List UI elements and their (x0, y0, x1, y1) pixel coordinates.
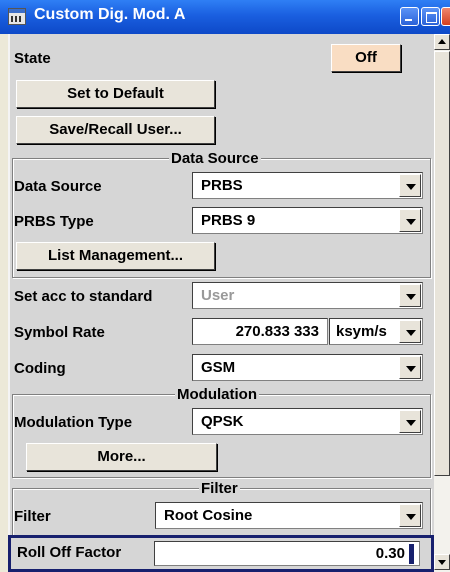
close-button[interactable] (441, 7, 450, 26)
roll-off-factor-input[interactable]: 0.30 (154, 541, 420, 566)
window-title: Custom Dig. Mod. A (34, 6, 186, 23)
settings-panel: State Off Set to Default Save/Recall Use… (8, 34, 434, 572)
chevron-down-icon[interactable] (399, 174, 421, 197)
filter-label: Filter (14, 508, 51, 525)
scroll-down-icon[interactable] (434, 554, 450, 570)
title-bar[interactable]: Custom Dig. Mod. A (0, 0, 450, 34)
modulation-type-value: QPSK (201, 413, 244, 430)
chevron-down-icon[interactable] (399, 209, 421, 232)
symbol-rate-unit: ksym/s (336, 323, 387, 340)
roll-off-factor-label: Roll Off Factor (17, 544, 122, 561)
coding-select[interactable]: GSM (192, 354, 423, 381)
save-recall-user-button[interactable]: Save/Recall User... (16, 116, 215, 144)
prbs-type-label: PRBS Type (14, 213, 94, 230)
chevron-down-icon[interactable] (399, 284, 421, 307)
app-window-icon (8, 8, 26, 25)
modulation-type-select[interactable]: QPSK (192, 408, 423, 435)
maximize-button[interactable] (421, 7, 440, 26)
data-source-value: PRBS (201, 177, 243, 194)
data-source-group-title: Data Source (169, 150, 261, 167)
chevron-down-icon[interactable] (399, 320, 421, 343)
modulation-more-button[interactable]: More... (26, 443, 217, 471)
scroll-up-icon[interactable] (434, 34, 450, 50)
state-label: State (14, 50, 51, 67)
modulation-type-label: Modulation Type (14, 414, 133, 431)
symbol-rate-value: 270.833 333 (235, 323, 319, 340)
text-cursor (409, 544, 414, 564)
chevron-down-icon[interactable] (399, 356, 421, 379)
set-to-default-button[interactable]: Set to Default (16, 80, 215, 108)
coding-label: Coding (14, 360, 66, 377)
minimize-button[interactable] (400, 7, 419, 26)
prbs-type-select[interactable]: PRBS 9 (192, 207, 423, 234)
roll-off-factor-row[interactable]: Roll Off Factor 0.30 (8, 535, 434, 572)
vertical-scrollbar[interactable] (434, 34, 450, 572)
filter-select[interactable]: Root Cosine (155, 502, 423, 529)
prbs-type-value: PRBS 9 (201, 212, 256, 229)
set-acc-label: Set acc to standard (14, 288, 153, 305)
list-management-button[interactable]: List Management... (16, 242, 215, 270)
coding-value: GSM (201, 359, 236, 376)
scrollbar-thumb[interactable] (434, 51, 450, 476)
chevron-down-icon[interactable] (399, 410, 421, 433)
custom-dig-mod-window: Custom Dig. Mod. A State Off Set to Defa… (0, 0, 450, 572)
set-acc-value: User (201, 287, 235, 304)
set-acc-select[interactable]: User (192, 282, 423, 309)
filter-group-title: Filter (199, 480, 240, 497)
state-toggle-button[interactable]: Off (331, 44, 401, 72)
symbol-rate-unit-select[interactable]: ksym/s (329, 318, 423, 345)
modulation-group-title: Modulation (175, 386, 259, 403)
chevron-down-icon[interactable] (399, 504, 421, 527)
data-source-select[interactable]: PRBS (192, 172, 423, 199)
symbol-rate-input[interactable]: 270.833 333 (192, 318, 328, 345)
symbol-rate-label: Symbol Rate (14, 324, 105, 341)
data-source-label: Data Source (14, 178, 102, 195)
roll-off-factor-value: 0.30 (375, 545, 405, 562)
filter-value: Root Cosine (164, 507, 253, 524)
